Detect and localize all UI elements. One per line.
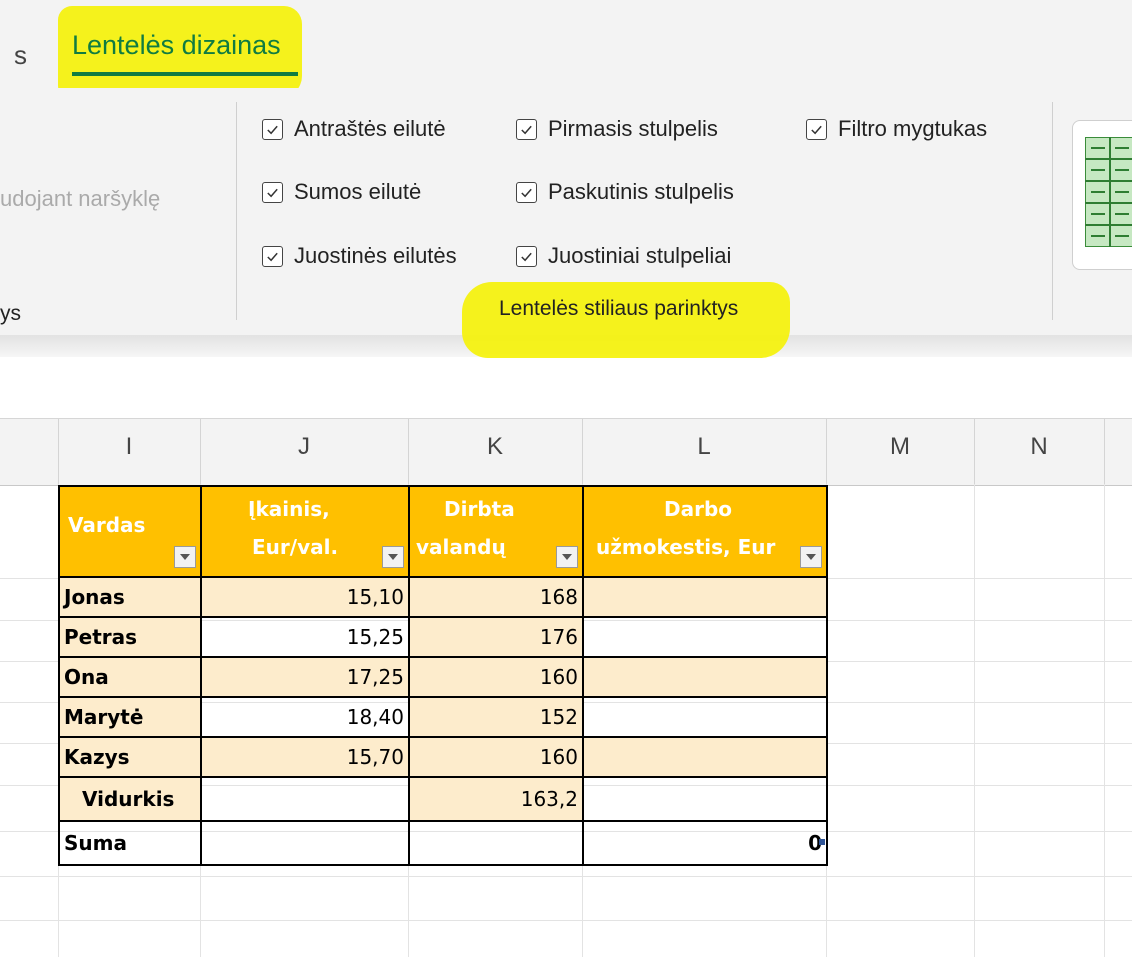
checkbox-checked-icon[interactable] — [262, 245, 283, 267]
filter-dropdown-icon[interactable] — [800, 546, 822, 568]
option-label: Pirmasis stulpelis — [548, 116, 718, 141]
group-separator — [1052, 102, 1053, 320]
column-header-J[interactable]: J — [200, 433, 408, 461]
table-row: Marytė 18,40 152 — [58, 696, 828, 738]
table-row: Jonas 15,10 168 — [58, 576, 828, 618]
checkbox-checked-icon[interactable] — [262, 181, 283, 203]
option-banded-rows[interactable]: Juostinės eilutės — [262, 243, 457, 269]
option-label: Filtro mygtukas — [838, 116, 988, 141]
cell-pay[interactable] — [582, 616, 828, 658]
tab-table-design[interactable]: Lentelės dizainas — [72, 30, 281, 61]
cell-name[interactable]: Kazys — [58, 736, 202, 778]
header-text: Darbo — [664, 497, 733, 521]
header-text: Įkainis, — [248, 497, 330, 521]
cell-hours[interactable]: 168 — [408, 576, 584, 618]
excel-data-table: Vardas Įkainis, Eur/val. Dirbta valandų … — [58, 485, 828, 866]
cell-hours[interactable]: 160 — [408, 656, 584, 698]
table-resize-handle[interactable] — [819, 839, 825, 845]
cell-rate[interactable] — [200, 820, 410, 866]
cell-pay[interactable] — [582, 656, 828, 698]
option-banded-columns[interactable]: Juostiniai stulpeliai — [516, 243, 731, 269]
cell-total-pay[interactable]: 0 — [582, 820, 828, 866]
option-first-column[interactable]: Pirmasis stulpelis — [516, 116, 718, 142]
cell-rate[interactable]: 17,25 — [200, 656, 410, 698]
group-label-table-style-options: Lentelės stiliaus parinktys — [499, 297, 739, 320]
table-row: Petras 15,25 176 — [58, 616, 828, 658]
group-separator — [236, 102, 237, 320]
cell-hours[interactable]: 176 — [408, 616, 584, 658]
ribbon-partial-group-label: ys — [0, 302, 21, 325]
option-filter-button[interactable]: Filtro mygtukas — [806, 116, 987, 142]
option-total-row[interactable]: Sumos eilutė — [262, 179, 421, 205]
column-header-K[interactable]: K — [408, 433, 582, 461]
cell-name[interactable]: Ona — [58, 656, 202, 698]
cell-pay[interactable] — [582, 696, 828, 738]
checkbox-checked-icon[interactable] — [516, 181, 537, 203]
ribbon-partial-command[interactable]: udojant naršyklę — [0, 186, 160, 212]
option-label: Antraštės eilutė — [294, 116, 446, 141]
cell-name[interactable]: Jonas — [58, 576, 202, 618]
checkbox-checked-icon[interactable] — [516, 118, 537, 140]
table-row: Ona 17,25 160 — [58, 656, 828, 698]
option-last-column[interactable]: Paskutinis stulpelis — [516, 179, 734, 205]
option-label: Paskutinis stulpelis — [548, 179, 734, 204]
header-text: Vardas — [68, 513, 146, 537]
table-header-row: Vardas Įkainis, Eur/val. Dirbta valandų … — [58, 485, 828, 578]
table-style-preview-icon — [1085, 137, 1132, 247]
table-styles-gallery[interactable] — [1072, 120, 1132, 270]
cell-pay[interactable] — [582, 736, 828, 778]
cell-rate[interactable]: 15,70 — [200, 736, 410, 778]
cell-hours[interactable] — [408, 820, 584, 866]
cell-rate[interactable]: 15,10 — [200, 576, 410, 618]
filter-dropdown-icon[interactable] — [382, 546, 404, 568]
header-pay[interactable]: Darbo užmokestis, Eur — [582, 485, 828, 578]
column-header-N[interactable]: N — [974, 433, 1104, 461]
table-row: Kazys 15,70 160 — [58, 736, 828, 778]
cell-rate[interactable]: 15,25 — [200, 616, 410, 658]
option-header-row[interactable]: Antraštės eilutė — [262, 116, 446, 142]
header-hours[interactable]: Dirbta valandų — [408, 485, 584, 578]
header-rate[interactable]: Įkainis, Eur/val. — [200, 485, 410, 578]
option-label: Sumos eilutė — [294, 179, 422, 204]
filter-dropdown-icon[interactable] — [174, 546, 196, 568]
column-header-M[interactable]: M — [826, 433, 974, 461]
header-text: užmokestis, Eur — [596, 535, 776, 559]
cell-pay[interactable] — [582, 776, 828, 822]
table-row-total: Suma 0 — [58, 820, 828, 866]
column-header-I[interactable]: I — [58, 433, 200, 461]
cell-hours[interactable]: 152 — [408, 696, 584, 738]
table-row-average: Vidurkis 163,2 — [58, 776, 828, 822]
cell-hours[interactable]: 160 — [408, 736, 584, 778]
cell-name[interactable]: Petras — [58, 616, 202, 658]
filter-dropdown-icon[interactable] — [556, 546, 578, 568]
tab-partial[interactable]: s — [14, 40, 27, 71]
column-header-L[interactable]: L — [582, 433, 826, 461]
cell-average-label[interactable]: Vidurkis — [58, 776, 202, 822]
cell-pay[interactable] — [582, 576, 828, 618]
checkbox-checked-icon[interactable] — [516, 245, 537, 267]
column-header-bar: I J K L M N — [0, 418, 1132, 486]
option-label: Juostinės eilutės — [294, 243, 457, 268]
active-tab-underline — [72, 72, 298, 76]
checkbox-checked-icon[interactable] — [806, 118, 827, 140]
header-name[interactable]: Vardas — [58, 485, 202, 578]
cell-rate[interactable] — [200, 776, 410, 822]
cell-name[interactable]: Marytė — [58, 696, 202, 738]
cell-total-label[interactable]: Suma — [58, 820, 202, 866]
checkbox-checked-icon[interactable] — [262, 118, 283, 140]
cell-average-hours[interactable]: 163,2 — [408, 776, 584, 822]
option-label: Juostiniai stulpeliai — [548, 243, 732, 268]
cell-rate[interactable]: 18,40 — [200, 696, 410, 738]
header-text: Dirbta — [444, 497, 515, 521]
